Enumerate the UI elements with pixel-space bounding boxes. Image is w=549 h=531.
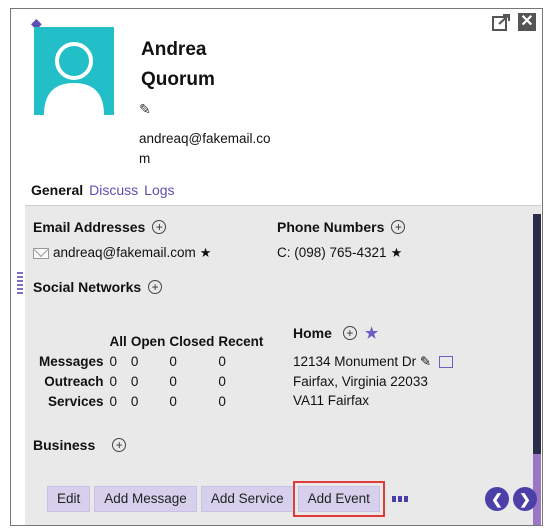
activity-stats-table: All Open Closed Recent Messages 0 0 0 0 …: [37, 332, 265, 412]
email-value[interactable]: andreaq@fakemail.com: [53, 244, 196, 262]
home-address-heading: Home + ★: [293, 324, 378, 342]
record-navigation: ❮ ❯: [485, 487, 537, 511]
stats-cell[interactable]: 0: [108, 372, 129, 392]
stats-col-recent: Recent: [218, 334, 264, 349]
tab-general[interactable]: General: [31, 181, 83, 199]
business-heading: Business +: [33, 436, 127, 454]
stats-corner: [37, 332, 108, 352]
stats-col-open: Open: [130, 334, 166, 349]
stats-cell[interactable]: 0: [167, 352, 216, 372]
social-networks-title: Social Networks: [33, 279, 142, 295]
add-event-button[interactable]: Add Event: [292, 481, 385, 517]
add-address-plus-icon[interactable]: +: [342, 326, 357, 340]
stats-col-all: All: [109, 334, 127, 349]
primary-email-star-icon[interactable]: ★: [200, 244, 212, 262]
tab-logs[interactable]: Logs: [144, 181, 174, 199]
table-row: Messages 0 0 0 0: [37, 352, 265, 372]
stats-cell[interactable]: 0: [108, 352, 129, 372]
email-row: andreaq@fakemail.com ★: [33, 244, 211, 262]
tab-discuss[interactable]: Discuss: [89, 181, 138, 199]
avatar: [34, 27, 114, 115]
next-record-icon[interactable]: ❯: [513, 487, 537, 511]
address-line-3: VA11 Fairfax: [293, 393, 370, 408]
top-icons: ✕: [492, 13, 536, 31]
last-name: Quorum: [141, 69, 215, 90]
scrollbar-track[interactable]: [533, 214, 541, 454]
previous-record-icon[interactable]: ❮: [485, 487, 509, 511]
more-actions-icon[interactable]: [391, 496, 408, 502]
stats-cell[interactable]: 0: [167, 372, 216, 392]
general-tab-content: Email Addresses + andreaq@fakemail.com ★…: [17, 205, 541, 525]
stats-row-label: Outreach: [44, 374, 104, 389]
add-email-plus-icon[interactable]: +: [152, 220, 167, 234]
close-icon[interactable]: ✕: [518, 13, 536, 31]
table-row: Outreach 0 0 0 0: [37, 372, 265, 392]
primary-phone-star-icon[interactable]: ★: [391, 244, 403, 262]
edit-name-pencil-icon[interactable]: ✎: [139, 101, 151, 118]
phone-value[interactable]: C: (098) 765-4321: [277, 244, 387, 262]
add-social-plus-icon[interactable]: +: [148, 280, 163, 294]
add-message-button[interactable]: Add Message: [94, 486, 197, 512]
open-external-icon[interactable]: [492, 13, 512, 31]
stats-cell[interactable]: 0: [129, 372, 168, 392]
address-line-2: Fairfax, Virginia 22033: [293, 374, 428, 389]
edit-button[interactable]: Edit: [47, 486, 91, 512]
phone-row: C: (098) 765-4321 ★: [277, 244, 402, 262]
contact-name: Andrea Quorum: [141, 35, 215, 95]
home-title: Home: [293, 325, 332, 341]
email-addresses-title: Email Addresses: [33, 219, 146, 235]
mail-icon[interactable]: [33, 247, 49, 259]
header-email: andreaq@fakemail.co m: [139, 129, 289, 169]
phone-numbers-heading: Phone Numbers +: [277, 218, 406, 236]
stats-cell[interactable]: 0: [129, 352, 168, 372]
stats-cell[interactable]: 0: [216, 392, 265, 412]
tab-bar: General Discuss Logs: [31, 181, 175, 199]
edit-address-pencil-icon[interactable]: ✎: [420, 354, 431, 369]
stats-header-row: All Open Closed Recent: [37, 332, 265, 352]
stats-row-label: Services: [47, 394, 104, 409]
stats-cell[interactable]: 0: [216, 352, 265, 372]
table-row: Services 0 0 0 0: [37, 392, 265, 412]
action-toolbar: Edit Add Message Add Service Add Event: [47, 481, 408, 517]
business-title: Business: [33, 437, 96, 453]
contact-panel: ◆ ✕ Andrea Quorum ✎ andreaq@fakemail.co …: [10, 8, 543, 526]
map-icon[interactable]: [438, 356, 453, 369]
person-silhouette-icon: [44, 42, 104, 115]
stats-col-closed: Closed: [169, 334, 215, 349]
header-email-line-2: m: [139, 151, 151, 166]
phone-numbers-title: Phone Numbers: [277, 219, 385, 235]
stats-cell[interactable]: 0: [167, 392, 216, 412]
stats-cell[interactable]: 0: [108, 392, 129, 412]
first-name: Andrea: [141, 39, 207, 60]
add-phone-plus-icon[interactable]: +: [391, 220, 406, 234]
stats-row-label: Messages: [39, 354, 104, 369]
resize-grip-icon[interactable]: [17, 272, 23, 294]
stats-cell[interactable]: 0: [129, 392, 168, 412]
address-line-1: 12134 Monument Dr ✎: [293, 352, 453, 371]
add-business-plus-icon[interactable]: +: [112, 438, 127, 452]
stats-cell[interactable]: 0: [216, 372, 265, 392]
social-networks-heading: Social Networks +: [33, 278, 163, 296]
primary-address-star-icon[interactable]: ★: [365, 324, 378, 342]
address-street: 12134 Monument Dr: [293, 354, 417, 369]
header-email-line-1: andreaq@fakemail.co: [139, 131, 271, 146]
email-addresses-heading: Email Addresses +: [33, 218, 167, 236]
add-service-button[interactable]: Add Service: [200, 486, 294, 512]
